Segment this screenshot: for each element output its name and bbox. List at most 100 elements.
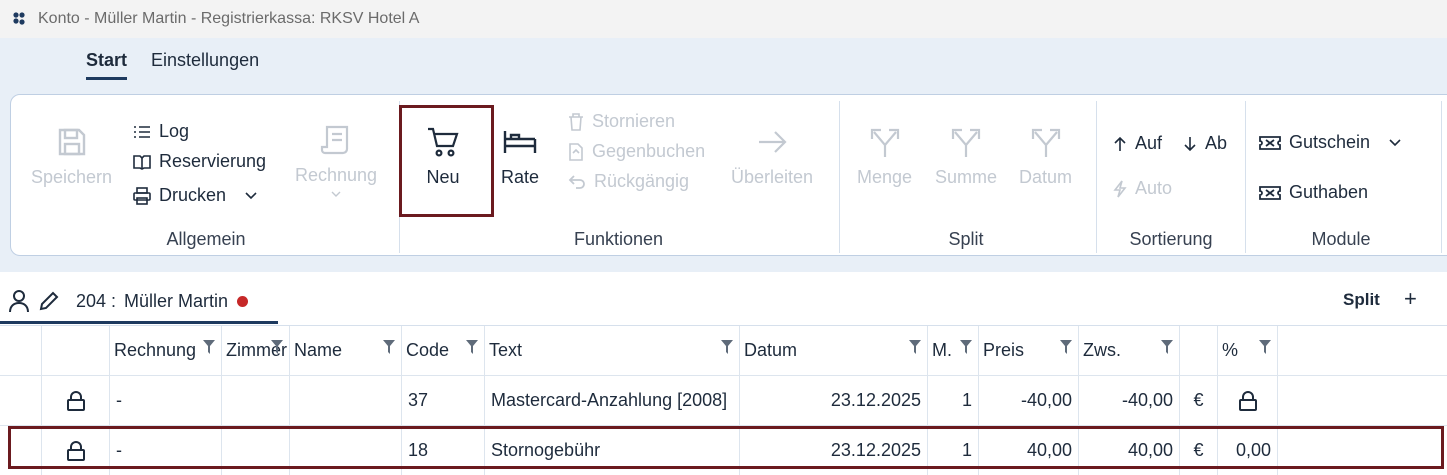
filter-icon[interactable]	[909, 340, 921, 354]
header-text[interactable]: Text	[485, 326, 740, 376]
filter-icon[interactable]	[1060, 340, 1072, 354]
neu-button[interactable]: Neu	[426, 125, 460, 188]
filter-icon[interactable]	[383, 340, 395, 354]
guthaben-button[interactable]: Guthaben	[1259, 182, 1368, 203]
header-menge[interactable]: M.	[928, 326, 979, 376]
tab-einstellungen[interactable]: Einstellungen	[151, 50, 259, 80]
prozent-cell: 0,00	[1218, 426, 1278, 475]
auto-label: Auto	[1135, 178, 1173, 198]
name-cell	[290, 376, 402, 426]
header-cell	[42, 326, 110, 376]
split-icon	[1031, 128, 1060, 157]
document-icon	[569, 142, 583, 161]
ticket-icon	[1259, 185, 1281, 200]
speichern-button[interactable]: Speichern	[31, 125, 112, 188]
chevron-down-icon	[331, 191, 341, 197]
lock-cell	[42, 376, 110, 426]
code-cell: 18	[402, 426, 485, 475]
filter-icon[interactable]	[1161, 340, 1173, 354]
printer-icon	[133, 186, 151, 205]
sort-auto-button[interactable]: Auto	[1113, 178, 1172, 199]
rueckgaengig-label: Rückgängig	[594, 171, 690, 191]
ueberleiten-button[interactable]: Überleiten	[731, 125, 813, 188]
guest-name: Müller Martin	[124, 290, 229, 311]
cart-icon	[428, 127, 459, 157]
gutschein-button[interactable]: Gutschein	[1259, 132, 1410, 153]
reservierung-button[interactable]: Reservierung	[133, 151, 266, 172]
filter-icon[interactable]	[1259, 340, 1271, 354]
account-tab[interactable]: 204 : Müller Martin	[8, 289, 249, 313]
header-label: Rechnung	[114, 340, 197, 360]
header-zws[interactable]: Zws.	[1079, 326, 1180, 376]
ribbon-tabs: Start Einstellungen	[86, 50, 283, 80]
header-rechnung[interactable]: Rechnung	[110, 326, 222, 376]
split-menge-button[interactable]: Menge	[857, 125, 912, 188]
summe-label: Summe	[935, 167, 998, 187]
row-cell	[0, 426, 42, 475]
ribbon-toolbar: Speichern Log Reservierung Drucken Rechn…	[10, 94, 1447, 256]
drucken-button[interactable]: Drucken	[133, 185, 266, 206]
group-label-split: Split	[948, 229, 984, 249]
split-icon	[951, 128, 981, 157]
rueckgaengig-button[interactable]: Rückgängig	[568, 171, 689, 192]
undo-icon	[568, 174, 585, 189]
filter-icon[interactable]	[960, 340, 972, 354]
add-tab-button[interactable]: +	[1404, 286, 1417, 312]
list-icon	[134, 125, 150, 138]
gutschein-label: Gutschein	[1289, 132, 1371, 152]
pencil-icon[interactable]	[38, 290, 60, 312]
header-cell	[0, 326, 42, 376]
chevron-down-icon[interactable]	[1388, 138, 1402, 148]
ticket-icon	[1259, 135, 1281, 150]
header-preis[interactable]: Preis	[979, 326, 1079, 376]
filter-icon[interactable]	[466, 340, 478, 354]
header-name[interactable]: Name	[290, 326, 402, 376]
lock-cell	[42, 426, 110, 475]
preis-cell: 40,00	[979, 426, 1079, 475]
header-zimmer[interactable]: Zimmer	[222, 326, 290, 376]
split-datum-button[interactable]: Datum	[1019, 125, 1072, 188]
ueberleiten-label: Überleiten	[731, 167, 814, 187]
datum-cell: 23.12.2025	[740, 426, 928, 475]
header-code[interactable]: Code	[402, 326, 485, 376]
lock-icon	[1238, 390, 1257, 411]
app-logo-icon	[13, 12, 25, 25]
log-label: Log	[159, 121, 190, 141]
rechnung-button[interactable]: Rechnung	[295, 123, 377, 206]
filter-icon[interactable]	[203, 340, 215, 354]
arrow-up-icon	[1114, 136, 1126, 151]
active-tab-indicator	[0, 321, 278, 324]
neu-label: Neu	[426, 167, 460, 187]
bed-icon	[503, 131, 537, 153]
header-datum[interactable]: Datum	[740, 326, 928, 376]
sort-ab-button[interactable]: Ab	[1183, 133, 1227, 154]
split-tab-button[interactable]: Split	[1343, 290, 1380, 310]
tab-start[interactable]: Start	[86, 50, 128, 80]
zws-cell: 40,00	[1079, 426, 1180, 475]
header-label: %	[1222, 340, 1239, 360]
datum-label: Datum	[1019, 167, 1073, 187]
rechnung-label: Rechnung	[295, 165, 378, 185]
guthaben-label: Guthaben	[1289, 182, 1369, 202]
currency-cell: €	[1180, 426, 1218, 475]
chevron-down-icon[interactable]	[244, 191, 258, 201]
filter-icon[interactable]	[271, 340, 283, 354]
booking-table: Rechnung Zimmer Name Code Text Datum M. …	[0, 326, 1447, 475]
group-label-module: Module	[1311, 229, 1371, 249]
log-button[interactable]: Log	[133, 121, 189, 142]
stornieren-button[interactable]: Stornieren	[568, 111, 675, 132]
split-summe-button[interactable]: Summe	[935, 125, 997, 188]
sort-auf-button[interactable]: Auf	[1113, 133, 1162, 154]
table-row[interactable]: - 18 Stornogebühr 23.12.2025 1 40,00 40,…	[0, 426, 1447, 475]
zws-cell: -40,00	[1079, 376, 1180, 426]
table-row[interactable]: - 37 Mastercard-Anzahlung [2008] 23.12.2…	[0, 376, 1447, 426]
split-icon	[870, 128, 899, 157]
gegenbuchen-button[interactable]: Gegenbuchen	[568, 141, 705, 162]
rate-button[interactable]: Rate	[501, 125, 539, 188]
row-cell	[1278, 376, 1447, 426]
filter-icon[interactable]	[721, 340, 733, 354]
menge-cell: 1	[928, 426, 979, 475]
header-label: Name	[294, 340, 343, 360]
name-cell	[290, 426, 402, 475]
header-prozent[interactable]: %	[1218, 326, 1278, 376]
